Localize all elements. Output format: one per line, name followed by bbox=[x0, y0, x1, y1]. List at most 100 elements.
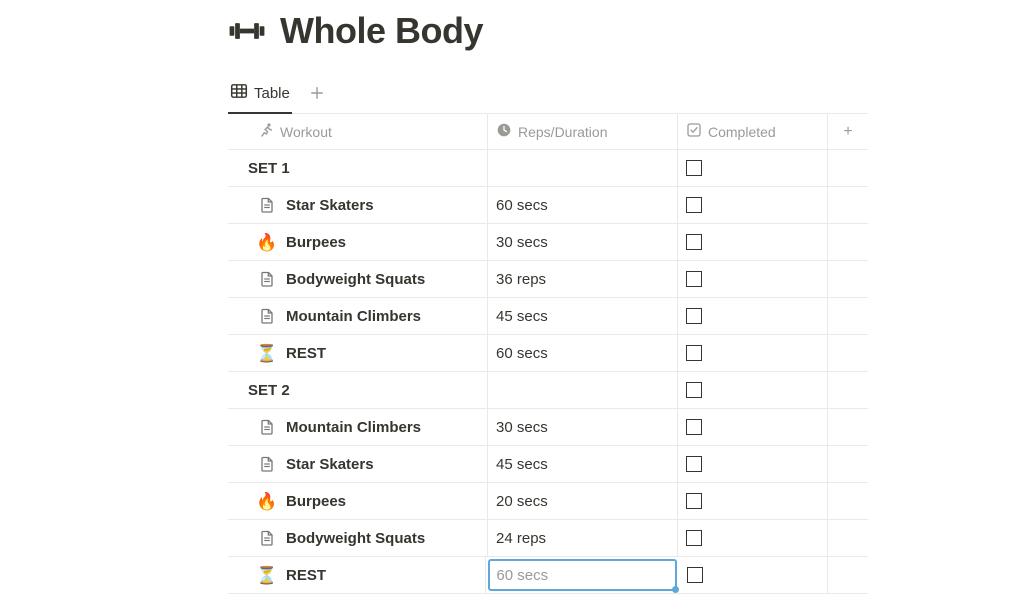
cell-resize-handle[interactable] bbox=[672, 586, 679, 593]
cell-workout[interactable]: Bodyweight Squats bbox=[228, 520, 488, 556]
cell-reps[interactable]: 30 secs bbox=[488, 224, 678, 260]
completed-checkbox[interactable] bbox=[686, 160, 702, 176]
row-title: Bodyweight Squats bbox=[286, 530, 425, 547]
cell-workout[interactable]: Star Skaters bbox=[228, 446, 488, 482]
row-title: SET 2 bbox=[248, 382, 290, 399]
completed-checkbox[interactable] bbox=[686, 382, 702, 398]
table-row[interactable]: ⏳REST 60 secs bbox=[228, 335, 868, 372]
add-view-button[interactable] bbox=[306, 82, 328, 104]
cell-reps[interactable]: 24 reps bbox=[488, 520, 678, 556]
cell-empty bbox=[828, 446, 868, 482]
table-header: Workout Reps/Duration Completed + bbox=[228, 114, 868, 150]
reps-value: 45 secs bbox=[496, 456, 548, 473]
cell-reps[interactable]: 60 secs bbox=[488, 187, 678, 223]
cell-reps[interactable] bbox=[488, 372, 678, 408]
page-content: Whole Body Table Workout bbox=[228, 10, 868, 594]
cell-completed[interactable] bbox=[678, 187, 828, 223]
table-row[interactable]: SET 1 bbox=[228, 150, 868, 187]
cell-completed[interactable] bbox=[678, 483, 828, 519]
page-title[interactable]: Whole Body bbox=[280, 10, 483, 52]
reps-value: 60 secs bbox=[496, 345, 548, 362]
tab-table[interactable]: Table bbox=[228, 78, 292, 114]
page-icon bbox=[258, 455, 276, 473]
cell-reps[interactable]: 45 secs bbox=[488, 298, 678, 334]
table-row[interactable]: Mountain Climbers 45 secs bbox=[228, 298, 868, 335]
cell-completed[interactable] bbox=[678, 409, 828, 445]
col-header-completed-label: Completed bbox=[708, 124, 776, 140]
cell-workout[interactable]: 🔥Burpees bbox=[228, 483, 488, 519]
col-header-reps-label: Reps/Duration bbox=[518, 124, 608, 140]
reps-value: 30 secs bbox=[496, 419, 548, 436]
completed-checkbox[interactable] bbox=[686, 345, 702, 361]
reps-value: 60 secs bbox=[496, 197, 548, 214]
cell-reps[interactable]: 60 secs bbox=[488, 559, 677, 591]
page-icon bbox=[258, 196, 276, 214]
completed-checkbox[interactable] bbox=[686, 271, 702, 287]
table-row[interactable]: 🔥Burpees30 secs bbox=[228, 224, 868, 261]
row-title: SET 1 bbox=[248, 160, 290, 177]
reps-value: 60 secs bbox=[496, 567, 548, 584]
cell-empty bbox=[828, 150, 868, 186]
cell-completed[interactable] bbox=[679, 557, 828, 593]
table-row[interactable]: Star Skaters 60 secs bbox=[228, 187, 868, 224]
completed-checkbox[interactable] bbox=[686, 530, 702, 546]
cell-workout[interactable]: SET 2 bbox=[228, 372, 488, 408]
hourglass-icon: ⏳ bbox=[258, 566, 276, 584]
cell-reps[interactable]: 20 secs bbox=[488, 483, 678, 519]
row-title: Burpees bbox=[286, 493, 346, 510]
cell-workout[interactable]: ⏳REST bbox=[228, 335, 488, 371]
row-title: Mountain Climbers bbox=[286, 419, 421, 436]
completed-checkbox[interactable] bbox=[686, 419, 702, 435]
col-header-reps[interactable]: Reps/Duration bbox=[488, 114, 678, 149]
cell-reps[interactable]: 60 secs bbox=[488, 335, 678, 371]
table-row[interactable]: Bodyweight Squats 24 reps bbox=[228, 520, 868, 557]
cell-workout[interactable]: Bodyweight Squats bbox=[228, 261, 488, 297]
cell-completed[interactable] bbox=[678, 224, 828, 260]
col-header-completed[interactable]: Completed bbox=[678, 114, 828, 149]
cell-workout[interactable]: Mountain Climbers bbox=[228, 298, 488, 334]
cell-empty bbox=[828, 372, 868, 408]
col-header-workout[interactable]: Workout bbox=[228, 114, 488, 149]
clock-icon bbox=[496, 122, 512, 141]
completed-checkbox[interactable] bbox=[686, 308, 702, 324]
table-row[interactable]: Star Skaters 45 secs bbox=[228, 446, 868, 483]
checkbox-header-icon bbox=[686, 122, 702, 141]
page-icon bbox=[258, 529, 276, 547]
cell-completed[interactable] bbox=[678, 446, 828, 482]
completed-checkbox[interactable] bbox=[686, 234, 702, 250]
cell-completed[interactable] bbox=[678, 335, 828, 371]
cell-reps[interactable]: 30 secs bbox=[488, 409, 678, 445]
table-row[interactable]: Mountain Climbers 30 secs bbox=[228, 409, 868, 446]
view-tabs: Table bbox=[228, 78, 868, 114]
completed-checkbox[interactable] bbox=[686, 197, 702, 213]
row-title: Mountain Climbers bbox=[286, 308, 421, 325]
cell-reps[interactable]: 36 reps bbox=[488, 261, 678, 297]
cell-completed[interactable] bbox=[678, 261, 828, 297]
cell-workout[interactable]: Star Skaters bbox=[228, 187, 488, 223]
cell-completed[interactable] bbox=[678, 372, 828, 408]
reps-value: 45 secs bbox=[496, 308, 548, 325]
workout-table: Workout Reps/Duration Completed + bbox=[228, 114, 868, 594]
cell-completed[interactable] bbox=[678, 520, 828, 556]
cell-workout[interactable]: SET 1 bbox=[228, 150, 488, 186]
completed-checkbox[interactable] bbox=[686, 493, 702, 509]
reps-value: 20 secs bbox=[496, 493, 548, 510]
cell-reps[interactable]: 45 secs bbox=[488, 446, 678, 482]
completed-checkbox[interactable] bbox=[687, 567, 703, 583]
table-row[interactable]: 🔥Burpees 20 secs bbox=[228, 483, 868, 520]
table-row[interactable]: ⏳REST 60 secs bbox=[228, 557, 868, 594]
title-row: Whole Body bbox=[228, 10, 868, 52]
cell-empty bbox=[828, 483, 868, 519]
completed-checkbox[interactable] bbox=[686, 456, 702, 472]
row-title: Bodyweight Squats bbox=[286, 271, 425, 288]
fire-icon: 🔥 bbox=[258, 233, 276, 251]
cell-workout[interactable]: ⏳REST bbox=[228, 557, 486, 593]
cell-completed[interactable] bbox=[678, 298, 828, 334]
table-row[interactable]: SET 2 bbox=[228, 372, 868, 409]
cell-workout[interactable]: Mountain Climbers bbox=[228, 409, 488, 445]
cell-workout[interactable]: 🔥Burpees bbox=[228, 224, 488, 260]
cell-reps[interactable] bbox=[488, 150, 678, 186]
cell-completed[interactable] bbox=[678, 150, 828, 186]
table-row[interactable]: Bodyweight Squats 36 reps bbox=[228, 261, 868, 298]
add-column-button[interactable]: + bbox=[828, 114, 868, 149]
